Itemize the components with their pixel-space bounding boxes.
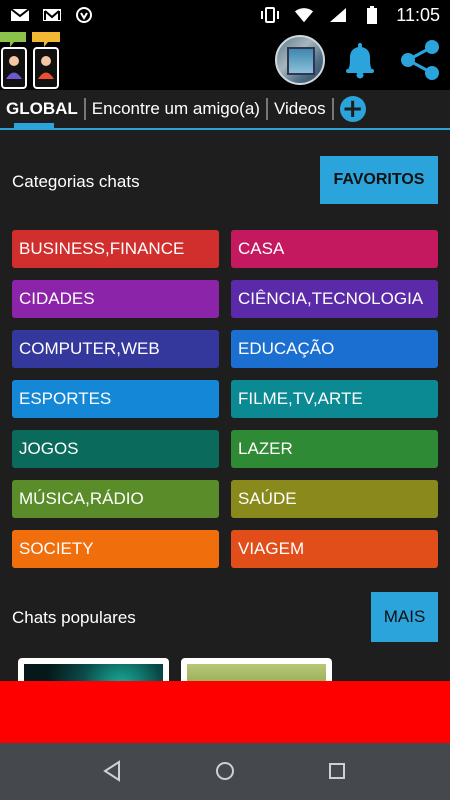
category-educacao[interactable]: EDUCAÇÃO bbox=[231, 330, 438, 368]
clock: 11:05 bbox=[396, 4, 440, 25]
wifi-icon bbox=[294, 7, 314, 23]
recents-icon[interactable] bbox=[323, 757, 351, 785]
vpn-icon bbox=[74, 7, 94, 23]
category-society[interactable]: SOCIETY bbox=[12, 530, 219, 568]
category-cidades[interactable]: CIDADES bbox=[12, 280, 219, 318]
back-icon[interactable] bbox=[99, 757, 127, 785]
system-nav-bar bbox=[0, 743, 450, 800]
app-bar bbox=[0, 30, 450, 90]
home-icon[interactable] bbox=[211, 757, 239, 785]
category-saude[interactable]: SAÚDE bbox=[231, 480, 438, 518]
share-icon[interactable] bbox=[398, 39, 442, 81]
vibrate-icon bbox=[260, 7, 280, 23]
category-computer-web[interactable]: COMPUTER,WEB bbox=[12, 330, 219, 368]
favorites-button[interactable]: FAVORITOS bbox=[320, 156, 438, 204]
tab-bar: GLOBAL Encontre um amigo(a) Videos + bbox=[0, 90, 450, 130]
tab-videos[interactable]: Videos bbox=[268, 90, 332, 128]
category-musica-radio[interactable]: MÚSICA,RÁDIO bbox=[12, 480, 219, 518]
add-tab-button[interactable]: + bbox=[339, 96, 366, 122]
category-grid: BUSINESS,FINANCE CASA CIDADES CIÊNCIA,TE… bbox=[12, 230, 438, 568]
category-lazer[interactable]: LAZER bbox=[231, 430, 438, 468]
category-business-finance[interactable]: BUSINESS,FINANCE bbox=[12, 230, 219, 268]
category-casa[interactable]: CASA bbox=[231, 230, 438, 268]
category-jogos[interactable]: JOGOS bbox=[12, 430, 219, 468]
more-button[interactable]: MAIS bbox=[371, 592, 438, 642]
avatar[interactable] bbox=[275, 35, 325, 85]
popular-chats-title: Chats populares bbox=[12, 608, 136, 627]
mail-icon bbox=[10, 7, 30, 23]
tab-global[interactable]: GLOBAL bbox=[0, 90, 84, 128]
signal-icon bbox=[328, 7, 348, 23]
app-logo-icon[interactable] bbox=[0, 30, 62, 90]
bell-icon[interactable] bbox=[340, 40, 380, 80]
status-bar: 11:05 bbox=[0, 0, 450, 30]
ad-banner[interactable] bbox=[0, 681, 450, 743]
tab-divider bbox=[331, 98, 334, 120]
category-viagem[interactable]: VIAGEM bbox=[231, 530, 438, 568]
category-esportes[interactable]: ESPORTES bbox=[12, 380, 219, 418]
categories-title: Categorias chats bbox=[12, 172, 140, 191]
gmail-icon bbox=[42, 7, 62, 23]
battery-icon bbox=[362, 6, 382, 24]
category-filme-tv-arte[interactable]: FILME,TV,ARTE bbox=[231, 380, 438, 418]
category-ciencia-tecnologia[interactable]: CIÊNCIA,TECNOLOGIA bbox=[231, 280, 438, 318]
tab-find-friend[interactable]: Encontre um amigo(a) bbox=[86, 90, 266, 128]
